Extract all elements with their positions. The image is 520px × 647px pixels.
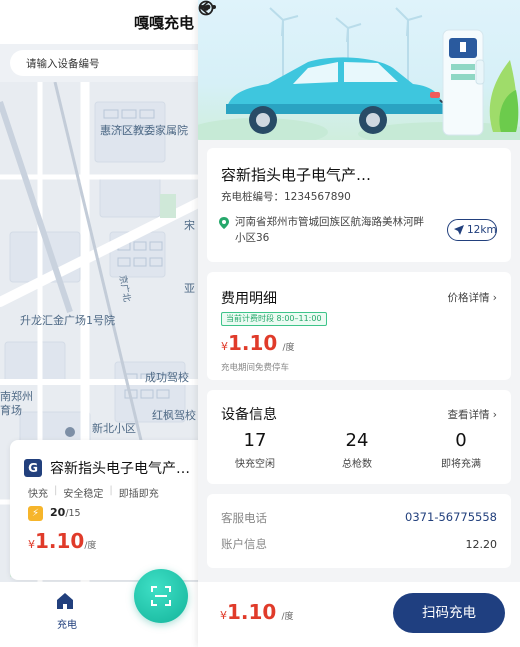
- available-count: 20/15: [50, 506, 81, 519]
- map-label-ya: 亚: [184, 282, 195, 295]
- scan-charge-button[interactable]: 扫码充电: [393, 593, 505, 633]
- account-label: 账户信息: [221, 537, 267, 551]
- tab-charge-label[interactable]: 充电: [55, 616, 79, 631]
- parking-note: 充电期间免费停车: [221, 363, 290, 373]
- phone-label: 客服电话: [221, 511, 267, 525]
- phone-number-link[interactable]: 0371-56775558: [405, 510, 497, 524]
- view-detail-link[interactable]: 查看详情 ›: [447, 407, 497, 422]
- navigation-arrow-icon: [454, 225, 464, 235]
- price-detail-link[interactable]: 价格详情 ›: [447, 290, 497, 305]
- account-balance: 12.20: [465, 538, 498, 551]
- chevron-right-icon: ›: [492, 409, 497, 421]
- fee-detail-card: 费用明细 价格详情 › 当前计费时段 8:00–11:00 ¥1.10 /度 充…: [207, 272, 511, 380]
- station-tags: 快充 | 安全稳定 | 即插即充: [28, 485, 159, 500]
- tag-plug: 即插即充: [118, 489, 159, 500]
- map-label-zhengzhou: 南郑州育场: [0, 390, 33, 417]
- ev-charging-illustration: [198, 7, 520, 140]
- scan-icon: [151, 586, 171, 606]
- map-label-hongfeng: 红枫驾校: [152, 409, 196, 422]
- map-label-xinbei: 新北小区: [92, 422, 136, 435]
- tag-safe: 安全稳定: [63, 489, 104, 500]
- map-label-song: 宋: [184, 219, 195, 232]
- target-icon[interactable]: [198, 0, 214, 16]
- map-label-chenggong: 成功驾校: [145, 371, 189, 384]
- map-label-huiji: 惠济区教委家属院: [100, 124, 188, 137]
- pile-number: 充电桩编号：1234567890: [221, 191, 351, 203]
- stat-fast-idle: 17 快充空闲: [235, 430, 275, 470]
- app-title: 嘎嘎充电: [133, 14, 194, 32]
- fee-title: 费用明细: [221, 291, 277, 307]
- scan-button[interactable]: [134, 569, 188, 623]
- device-info-card: 设备信息 查看详情 › 17 快充空闲 24 总枪数 0 即将充满: [207, 390, 511, 484]
- stat-almost-full: 0 即将充满: [441, 430, 481, 470]
- chevron-right-icon: ›: [492, 292, 497, 304]
- lightning-badge-icon: ⚡: [28, 506, 43, 521]
- station-name: 容新指头电子电气产…: [50, 461, 190, 477]
- bottom-price: ¥1.10 /度: [220, 600, 294, 624]
- billing-period-badge: 当前计费时段 8:00–11:00: [221, 312, 327, 326]
- home-icon[interactable]: [55, 591, 75, 611]
- station-address: 河南省郑州市管城回族区航海路美林河畔小区36: [235, 216, 424, 244]
- home-screen: 嘎嘎充电 请输入设备编号 惠济区教委家属院 升龙汇金广场1号院 南郑州育场 新北…: [0, 0, 200, 647]
- hero-banner: [198, 0, 520, 140]
- stat-total-guns: 24 总枪数: [342, 430, 372, 470]
- preview-price: ¥1.10/度: [28, 529, 97, 553]
- tag-fast: 快充: [28, 489, 48, 500]
- navigate-button[interactable]: 12km: [447, 219, 497, 241]
- search-placeholder: 请输入设备编号: [26, 58, 100, 70]
- station-preview-card[interactable]: G 容新指头电子电气产… 快充 | 安全稳定 | 即插即充 ⚡ 20/15 ¥1…: [10, 440, 200, 580]
- bottom-action-bar: ¥1.10 /度 扫码充电: [198, 582, 520, 647]
- map-label-shenglong: 升龙汇金广场1号院: [20, 314, 115, 327]
- device-title: 设备信息: [221, 407, 277, 423]
- fee-price: ¥1.10 /度: [221, 331, 295, 355]
- service-info-card: 客服电话 0371-56775558 账户信息 12.20: [207, 494, 511, 568]
- station-detail-screen: 容新指头电子电气产… 充电桩编号：1234567890 河南省郑州市管城回族区航…: [198, 0, 520, 647]
- home-header: 嘎嘎充电: [0, 0, 200, 44]
- device-search-input[interactable]: 请输入设备编号: [10, 50, 200, 76]
- distance-text: 12km: [467, 224, 497, 236]
- location-pin-icon: [219, 217, 229, 229]
- station-info-card: 容新指头电子电气产… 充电桩编号：1234567890 河南省郑州市管城回族区航…: [207, 148, 511, 262]
- station-name: 容新指头电子电气产…: [221, 166, 372, 184]
- brand-logo: G: [24, 459, 42, 477]
